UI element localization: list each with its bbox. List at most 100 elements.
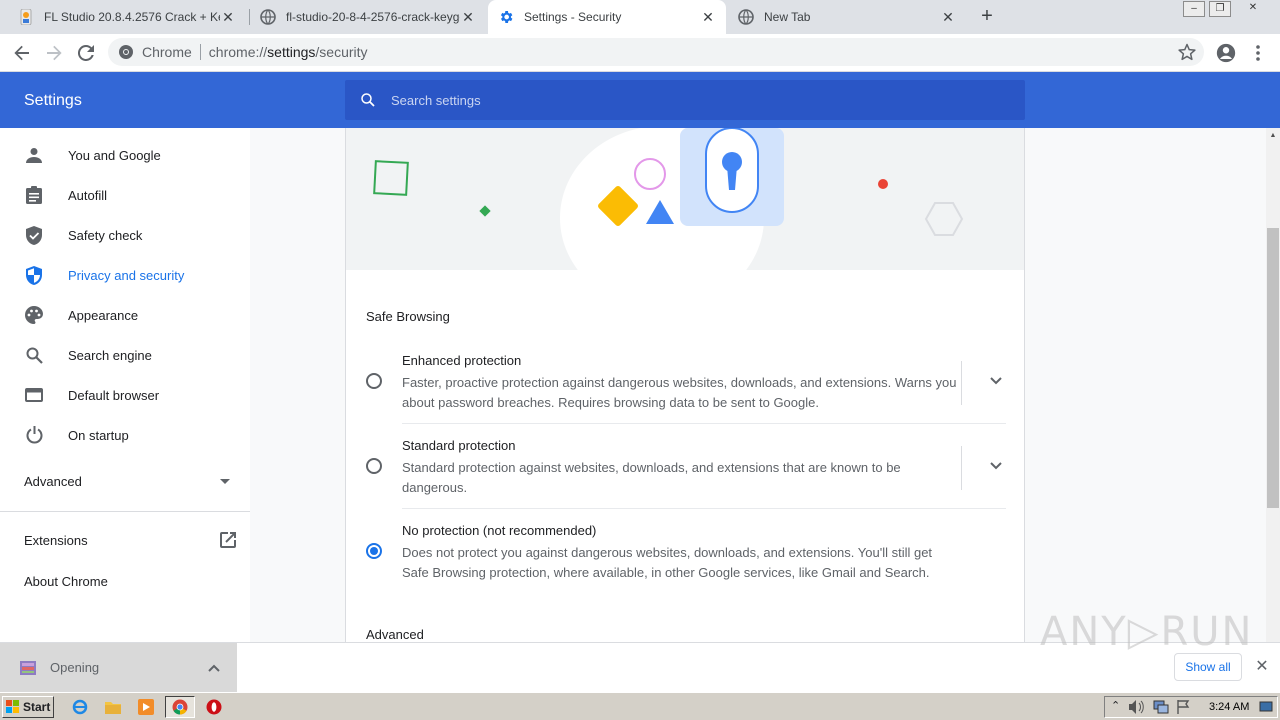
sidebar-item-label: Default browser bbox=[68, 387, 160, 403]
sidebar-item-label: On startup bbox=[68, 427, 129, 443]
security-card: Safe Browsing Enhanced protection Faster… bbox=[345, 128, 1025, 642]
browser-menu-button[interactable] bbox=[1246, 41, 1270, 65]
option-separator bbox=[402, 508, 1006, 509]
safe-browsing-heading: Safe Browsing bbox=[366, 309, 450, 324]
sidebar-item-about-chrome[interactable]: About Chrome bbox=[24, 574, 108, 589]
download-shelf: ANY▷RUN Opening Show all ✕ bbox=[0, 609, 1280, 692]
reload-icon bbox=[78, 45, 94, 61]
network-icon[interactable] bbox=[1153, 700, 1169, 714]
forward-arrow-icon bbox=[47, 45, 62, 61]
option-title: Standard protection bbox=[402, 438, 516, 453]
enhanced-protection-option[interactable]: Enhanced protection Faster, proactive pr… bbox=[366, 353, 1006, 413]
sidebar-item-autofill[interactable]: Autofill bbox=[0, 175, 250, 215]
media-player-icon[interactable] bbox=[137, 698, 155, 716]
back-arrow-icon bbox=[14, 45, 29, 61]
standard-protection-option[interactable]: Standard protection Standard protection … bbox=[366, 438, 1006, 498]
shield-check-icon bbox=[24, 225, 44, 245]
tab-fl-studio[interactable]: FL Studio 20.8.4.2576 Crack + Keyg ✕ bbox=[8, 0, 246, 34]
window-close-button[interactable]: ✕ bbox=[1242, 1, 1264, 17]
browser-window-icon bbox=[24, 385, 44, 405]
tab-fl-studio-keygen[interactable]: fl-studio-20-8-4-2576-crack-keygen ✕ bbox=[250, 0, 486, 34]
standard-protection-radio[interactable] bbox=[366, 458, 382, 474]
start-label: Start bbox=[23, 700, 51, 714]
settings-search[interactable] bbox=[345, 80, 1025, 120]
no-protection-option[interactable]: No protection (not recommended) Does not… bbox=[366, 523, 1006, 583]
sidebar-advanced-toggle[interactable]: Advanced bbox=[24, 474, 230, 489]
action-center-flag-icon[interactable] bbox=[1177, 700, 1191, 714]
url-host: settings bbox=[267, 44, 316, 60]
enhanced-protection-radio[interactable] bbox=[366, 373, 382, 389]
site-label: Chrome bbox=[142, 44, 192, 60]
bookmark-star-icon[interactable] bbox=[1178, 43, 1196, 61]
search-icon bbox=[24, 345, 44, 365]
address-bar[interactable]: Chrome chrome://settings/security bbox=[108, 38, 1204, 66]
profile-button[interactable] bbox=[1214, 41, 1238, 65]
tab-close-button[interactable]: ✕ bbox=[940, 9, 956, 25]
scroll-up-arrow-icon[interactable]: ▲ bbox=[1266, 128, 1280, 142]
volume-icon[interactable] bbox=[1129, 700, 1145, 714]
sidebar-item-on-startup[interactable]: On startup bbox=[0, 415, 250, 455]
tray-expand-icon[interactable]: ⌃ bbox=[1111, 699, 1120, 712]
expand-more-button[interactable] bbox=[986, 371, 1006, 391]
sidebar-item-extensions[interactable]: Extensions bbox=[24, 532, 236, 548]
chevron-up-icon[interactable] bbox=[207, 661, 221, 675]
settings-content: You and Google Autofill Safety check Pri… bbox=[0, 128, 1266, 642]
open-in-new-icon bbox=[220, 532, 236, 548]
tab-settings-security[interactable]: Settings - Security ✕ bbox=[488, 0, 726, 34]
no-protection-radio[interactable] bbox=[366, 543, 382, 559]
folder-icon[interactable] bbox=[104, 698, 122, 716]
internet-explorer-icon[interactable] bbox=[71, 698, 89, 716]
forward-button[interactable] bbox=[42, 41, 66, 65]
windows-taskbar: Start ⌃ 3:24 AM bbox=[0, 692, 1280, 720]
sidebar-divider bbox=[0, 511, 250, 512]
download-item[interactable]: Opening bbox=[0, 643, 237, 692]
sidebar-item-you-and-google[interactable]: You and Google bbox=[0, 135, 250, 175]
settings-sidebar: You and Google Autofill Safety check Pri… bbox=[0, 128, 250, 642]
sidebar-item-appearance[interactable]: Appearance bbox=[0, 295, 250, 335]
reload-button[interactable] bbox=[74, 41, 98, 65]
show-all-downloads-button[interactable]: Show all bbox=[1174, 653, 1242, 681]
tab-close-button[interactable]: ✕ bbox=[700, 9, 716, 25]
minimize-button[interactable]: – bbox=[1183, 1, 1205, 17]
tab-title: Settings - Security bbox=[524, 10, 622, 24]
sidebar-item-safety-check[interactable]: Safety check bbox=[0, 215, 250, 255]
new-tab-button[interactable]: + bbox=[976, 6, 998, 28]
tab-title: FL Studio 20.8.4.2576 Crack + Keyg bbox=[44, 10, 220, 24]
sidebar-item-default-browser[interactable]: Default browser bbox=[0, 375, 250, 415]
browser-toolbar: Chrome chrome://settings/security bbox=[0, 34, 1280, 72]
omnibox-divider bbox=[199, 44, 201, 60]
option-title: No protection (not recommended) bbox=[402, 523, 597, 538]
opera-icon[interactable] bbox=[205, 698, 223, 716]
expand-more-button[interactable] bbox=[986, 456, 1006, 476]
start-button[interactable]: Start bbox=[2, 696, 54, 718]
security-illustration bbox=[346, 128, 1024, 270]
sidebar-item-label: Autofill bbox=[68, 187, 108, 203]
sidebar-item-label: Extensions bbox=[24, 532, 88, 548]
sidebar-item-search-engine[interactable]: Search engine bbox=[0, 335, 250, 375]
tab-strip: FL Studio 20.8.4.2576 Crack + Keyg ✕ fl-… bbox=[0, 0, 1280, 34]
search-settings-input[interactable] bbox=[391, 92, 991, 108]
close-download-shelf-button[interactable]: ✕ bbox=[1252, 657, 1272, 677]
chrome-icon bbox=[119, 45, 133, 59]
tab-new-tab[interactable]: New Tab ✕ bbox=[728, 0, 966, 34]
tab-close-button[interactable]: ✕ bbox=[460, 9, 476, 25]
url-path: /security bbox=[315, 44, 368, 60]
scrollbar-thumb[interactable] bbox=[1267, 228, 1279, 508]
sidebar-item-privacy-and-security[interactable]: Privacy and security bbox=[0, 255, 250, 295]
chevron-down-icon bbox=[990, 377, 1002, 385]
url-scheme: chrome:// bbox=[208, 44, 268, 60]
sidebar-item-label: Privacy and security bbox=[68, 267, 185, 283]
back-button[interactable] bbox=[10, 41, 34, 65]
arrow-drop-down-icon bbox=[220, 479, 230, 484]
option-divider bbox=[961, 446, 962, 490]
chrome-taskbar-icon[interactable] bbox=[165, 696, 195, 718]
show-desktop-icon[interactable] bbox=[1259, 700, 1273, 714]
restore-button[interactable]: ❐ bbox=[1209, 1, 1231, 17]
advanced-heading: Advanced bbox=[366, 627, 424, 642]
settings-title: Settings bbox=[24, 92, 82, 109]
tab-title: fl-studio-20-8-4-2576-crack-keygen bbox=[286, 10, 460, 24]
tab-close-button[interactable]: ✕ bbox=[220, 9, 236, 25]
option-description: Standard protection against websites, do… bbox=[402, 460, 901, 495]
page-scrollbar[interactable]: ▲ bbox=[1266, 128, 1280, 642]
tab-title: New Tab bbox=[764, 10, 811, 24]
